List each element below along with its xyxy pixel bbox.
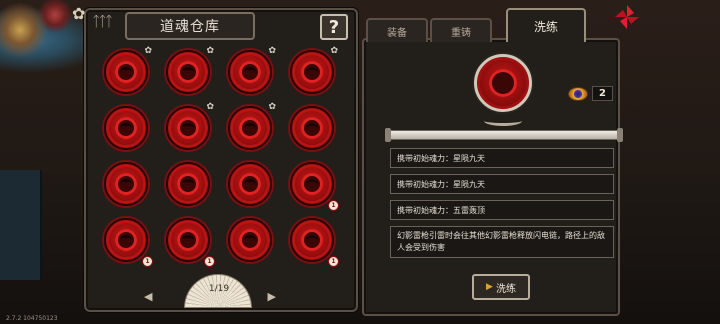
soul-item[interactable]: ✿ bbox=[104, 46, 152, 94]
soul-item[interactable]: 1 bbox=[290, 162, 339, 211]
soul-cell bbox=[224, 216, 286, 272]
soul-cell: 1 bbox=[286, 160, 348, 216]
refine-button-label: 洗练 bbox=[495, 283, 516, 295]
arrow-right-icon: ▶ bbox=[486, 282, 493, 292]
material-count: 2 bbox=[592, 86, 613, 101]
refine-button[interactable]: ▶ 洗练 bbox=[472, 274, 530, 300]
star-badge-icon: ✿ bbox=[330, 46, 338, 56]
soul-grid: ✿ ✿ ✿ ✿ ✿ ✿ 1 1 1 1 bbox=[100, 46, 348, 272]
soul-cell bbox=[162, 160, 224, 216]
soul-cell bbox=[224, 160, 286, 216]
soul-item[interactable]: ✿ bbox=[228, 102, 276, 150]
soul-mask-icon bbox=[115, 61, 137, 83]
soul-cell: ✿ bbox=[100, 46, 162, 104]
soul-item[interactable] bbox=[104, 162, 148, 206]
scroll-divider bbox=[385, 128, 623, 142]
soul-cell: 1 bbox=[100, 216, 162, 272]
hook-decoration-icon: ᛏᛏᛏ bbox=[92, 14, 113, 30]
soul-cell: ✿ bbox=[162, 46, 224, 104]
soul-mask-icon bbox=[239, 117, 261, 139]
tab-recast[interactable]: 重铸 bbox=[430, 18, 492, 42]
level-badge: 1 bbox=[142, 256, 153, 267]
soul-mask-icon bbox=[177, 173, 199, 195]
soul-item[interactable]: ✿ bbox=[290, 46, 338, 94]
level-badge: 1 bbox=[328, 256, 339, 267]
soul-item[interactable]: 1 bbox=[290, 218, 339, 267]
tab-equip[interactable]: 装备 bbox=[366, 18, 428, 42]
soul-cell: 1 bbox=[286, 216, 348, 272]
soul-mask-icon bbox=[115, 173, 137, 195]
soul-cell: ✿ bbox=[224, 46, 286, 104]
soul-cell bbox=[286, 104, 348, 160]
soul-item[interactable]: 1 bbox=[104, 218, 153, 267]
warehouse-title-frame: 道魂仓库 bbox=[125, 12, 255, 40]
soul-cell: ✿ bbox=[286, 46, 348, 104]
attribute-row: 携带初始魂力：星陨九天 bbox=[390, 174, 614, 194]
pager: ◀ 1/19 ▶ bbox=[138, 274, 298, 310]
soul-mask-icon bbox=[301, 173, 323, 195]
soul-description: 幻影雷枪引雷时会往其他幻影雷枪释放闪电链，路径上的敌人会受到伤害 bbox=[390, 226, 614, 258]
star-badge-icon: ✿ bbox=[206, 46, 214, 56]
prev-page-button[interactable]: ◀ bbox=[144, 290, 152, 303]
soul-cell: ✿ bbox=[162, 102, 224, 160]
soul-mask-icon bbox=[115, 229, 137, 251]
soul-item[interactable]: ✿ bbox=[228, 46, 276, 94]
next-page-button[interactable]: ▶ bbox=[268, 290, 276, 303]
level-badge: 1 bbox=[204, 256, 215, 267]
soul-item[interactable] bbox=[166, 162, 210, 206]
soul-item[interactable]: ✿ bbox=[166, 102, 214, 150]
soul-item[interactable] bbox=[228, 218, 272, 262]
soul-mask-icon bbox=[177, 229, 199, 251]
attribute-row: 携带初始魂力：星陨九天 bbox=[390, 148, 614, 168]
background-pillar bbox=[0, 170, 42, 280]
soul-item[interactable] bbox=[228, 162, 272, 206]
star-badge-icon: ✿ bbox=[268, 102, 276, 112]
star-badge-icon: ✿ bbox=[206, 102, 214, 112]
soul-mask-icon bbox=[115, 117, 137, 139]
soul-mask-icon bbox=[177, 61, 199, 83]
refine-material: 2 bbox=[568, 86, 613, 101]
page-indicator: 1/19 bbox=[208, 284, 230, 294]
soul-mask-icon bbox=[301, 61, 323, 83]
pinwheel-icon bbox=[615, 5, 639, 29]
tab-refine[interactable]: 洗练 bbox=[506, 8, 586, 42]
soul-cell: 1 bbox=[162, 216, 224, 272]
soul-mask-icon bbox=[177, 117, 199, 139]
warehouse-title: 道魂仓库 bbox=[160, 19, 220, 35]
soul-stand bbox=[484, 116, 522, 126]
soul-mask-icon bbox=[239, 61, 261, 83]
soul-mask-icon bbox=[239, 229, 261, 251]
star-badge-icon: ✿ bbox=[268, 46, 276, 56]
eye-icon bbox=[568, 86, 588, 101]
soul-mask-icon bbox=[301, 229, 323, 251]
soul-item[interactable]: ✿ bbox=[166, 46, 214, 94]
level-badge: 1 bbox=[328, 200, 339, 211]
soul-item[interactable]: 1 bbox=[166, 218, 215, 267]
soul-item[interactable] bbox=[104, 106, 148, 150]
attribute-row: 携带初始魂力：五雷轰顶 bbox=[390, 200, 614, 220]
soul-item[interactable] bbox=[290, 106, 334, 150]
soul-cell bbox=[100, 104, 162, 160]
help-button[interactable]: ? bbox=[320, 14, 348, 40]
version-text: 2.7.2 104750123 bbox=[6, 315, 58, 322]
swirl-decoration-icon: ✿ bbox=[72, 4, 86, 23]
star-badge-icon: ✿ bbox=[144, 46, 152, 56]
soul-mask-icon bbox=[301, 117, 323, 139]
soul-cell: ✿ bbox=[224, 102, 286, 160]
selected-soul-icon bbox=[474, 54, 532, 112]
soul-mask-icon bbox=[239, 173, 261, 195]
soul-cell bbox=[100, 160, 162, 216]
